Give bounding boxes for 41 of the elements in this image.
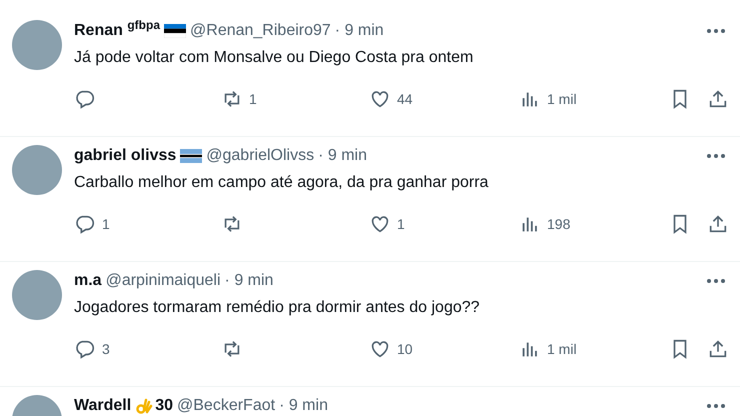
avatar[interactable]	[12, 145, 62, 195]
more-icon[interactable]	[706, 153, 726, 159]
reply-icon	[74, 338, 96, 360]
display-name[interactable]: m.a	[74, 269, 102, 293]
display-name[interactable]: gabriel olivss	[74, 144, 176, 168]
post-time[interactable]: · 9 min	[318, 144, 367, 168]
share-icon	[707, 213, 729, 235]
reply-icon	[74, 213, 96, 235]
share-button[interactable]	[707, 213, 729, 235]
post-text: Carballo melhor em campo até agora, da pra ganhar porra	[74, 173, 490, 193]
more-icon[interactable]	[706, 278, 726, 284]
user-handle[interactable]: @arpinimaiqueli	[106, 269, 221, 293]
avatar[interactable]	[12, 270, 62, 320]
share-button[interactable]	[707, 88, 729, 110]
share-icon	[707, 338, 729, 360]
views-button[interactable]: 1 mil	[519, 338, 669, 360]
display-name[interactable]: Renan $^{gfbpa}$	[74, 19, 160, 43]
post-time[interactable]: · 9 min	[224, 269, 274, 293]
post-text: Jogadores tormaram remédio pra dormir antes do jogo??	[74, 298, 481, 318]
post-time[interactable]: · 9 min	[334, 19, 384, 43]
views-button[interactable]: 1 mil	[519, 88, 669, 110]
reply-button[interactable]: 3	[74, 338, 221, 360]
badge-number: 30	[155, 396, 173, 416]
reply-icon	[74, 88, 96, 110]
user-handle[interactable]: @BeckerFaot	[177, 394, 276, 416]
post-time[interactable]: · 9 min	[279, 394, 328, 416]
more-icon[interactable]	[706, 28, 726, 34]
post-text: Já pode voltar com Monsalve ou Diego Costa pra ontem	[74, 48, 474, 68]
display-name[interactable]: Wardell	[74, 394, 132, 416]
reply-button[interactable]: 1	[74, 213, 221, 235]
like-button[interactable]: 10	[369, 338, 519, 360]
more-icon[interactable]	[706, 403, 726, 409]
user-handle[interactable]: @Renan_Ribeiro97	[190, 19, 331, 43]
like-button[interactable]: 1	[369, 213, 519, 235]
avatar[interactable]	[12, 20, 62, 70]
repost-button[interactable]: 1	[221, 88, 369, 110]
user-handle[interactable]: @gabrielOlivss	[206, 144, 314, 168]
views-button[interactable]: 198	[519, 213, 669, 235]
share-icon	[707, 88, 729, 110]
share-button[interactable]	[707, 338, 729, 360]
like-button[interactable]: 44	[369, 88, 519, 110]
